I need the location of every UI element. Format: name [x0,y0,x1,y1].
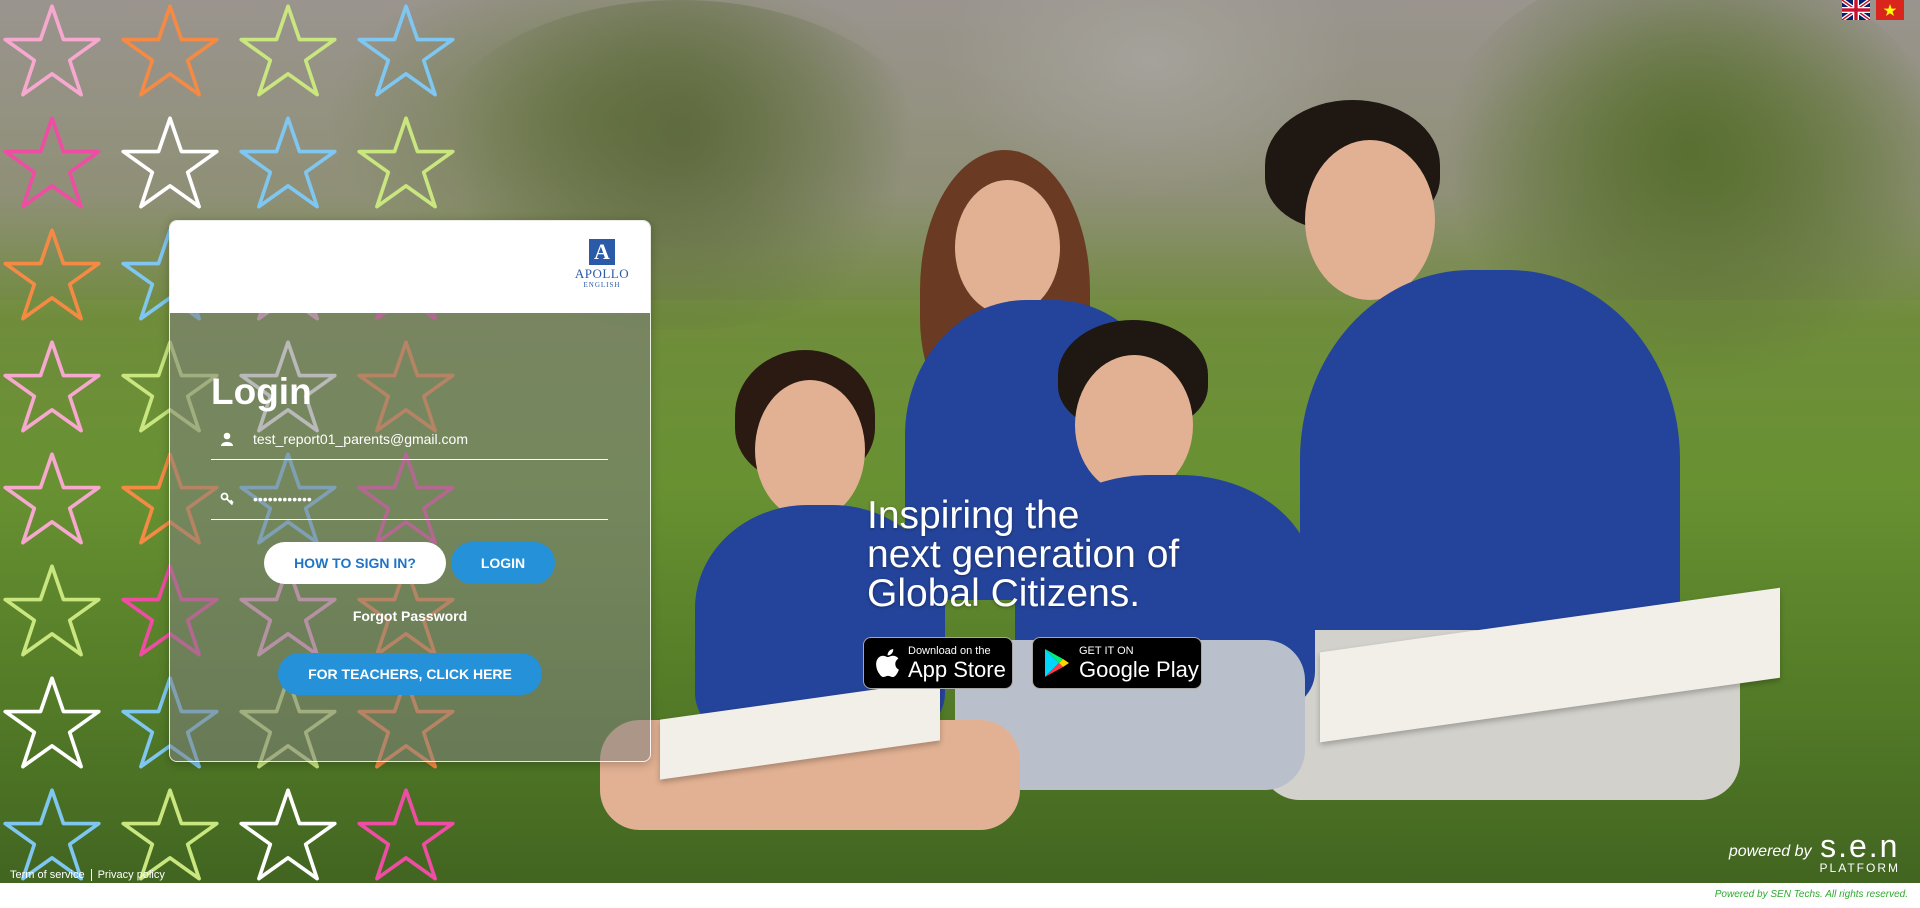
sen-platform-logo: s.e.n PLATFORM [1820,830,1900,874]
password-input[interactable] [243,480,608,518]
star-icon [354,784,458,888]
login-button[interactable]: LOGIN [451,542,555,584]
vietnam-flag-icon[interactable] [1876,0,1904,20]
terms-of-service-link[interactable]: Term of service [10,869,85,881]
legal-links: Term of service Privacy policy [10,869,165,881]
logo-name: APOLLO [574,266,630,281]
app-store-text: Download on the App Store [908,644,1006,682]
star-icon [118,112,222,216]
star-icon [0,336,104,440]
sen-logo-word: s.e.n [1820,828,1900,864]
logo-sub: ENGLISH [583,281,621,289]
legal-separator [90,869,92,881]
login-panel-header: A APOLLO ENGLISH [170,221,650,313]
star-icon [0,560,104,664]
star-icon [236,0,340,104]
google-play-small-text: GET IT ON [1079,644,1134,657]
powered-by-label: powered by [1728,843,1812,860]
copyright-text: Powered by SEN Techs. All rights reserve… [1714,889,1908,900]
star-icon [236,112,340,216]
user-icon [211,432,243,446]
logo-mark: A [589,239,615,265]
star-icon [236,784,340,888]
google-play-text: GET IT ON Google Play [1079,644,1199,682]
google-play-icon [1043,648,1071,678]
star-icon [0,448,104,552]
google-play-badge[interactable]: GET IT ON Google Play [1032,637,1202,689]
star-icon [0,672,104,776]
uk-flag-icon[interactable] [1840,0,1872,22]
star-icon [0,112,104,216]
login-panel: A APOLLO ENGLISH Login H [169,220,651,762]
app-store-badge[interactable]: Download on the App Store [863,637,1013,689]
app-store-big-text: App Store [908,656,1006,682]
star-icon [0,224,104,328]
star-icon [118,0,222,104]
tagline-line-2: next generation of [867,533,1180,576]
star-icon [0,0,104,104]
teachers-login-button[interactable]: FOR TEACHERS, CLICK HERE [278,653,542,695]
sen-logo-platform: PLATFORM [1819,861,1900,875]
login-form: Login HOW TO SIGN IN? LOGIN Forgot Passw… [170,313,650,761]
login-title: Login [211,371,312,412]
tagline-line-3: Global Citizens. [867,572,1141,615]
how-to-sign-in-button[interactable]: HOW TO SIGN IN? [264,542,446,584]
apollo-logo: A APOLLO ENGLISH [572,239,632,297]
star-icon [354,112,458,216]
star-icon [354,0,458,104]
apple-icon [874,648,900,678]
username-field [211,419,608,460]
key-icon [211,492,243,506]
app-store-small-text: Download on the [908,644,991,657]
privacy-policy-link[interactable]: Privacy policy [98,869,165,881]
powered-by-sen: powered by s.e.n PLATFORM [1729,830,1900,874]
language-switcher [1840,0,1904,22]
password-field [211,479,608,520]
username-input[interactable] [243,420,608,458]
tagline-line-1: Inspiring the [867,494,1080,537]
google-play-big-text: Google Play [1079,656,1199,682]
tagline: Inspiring the next generation of Global … [867,496,1179,613]
forgot-password-link[interactable]: Forgot Password [170,608,650,624]
